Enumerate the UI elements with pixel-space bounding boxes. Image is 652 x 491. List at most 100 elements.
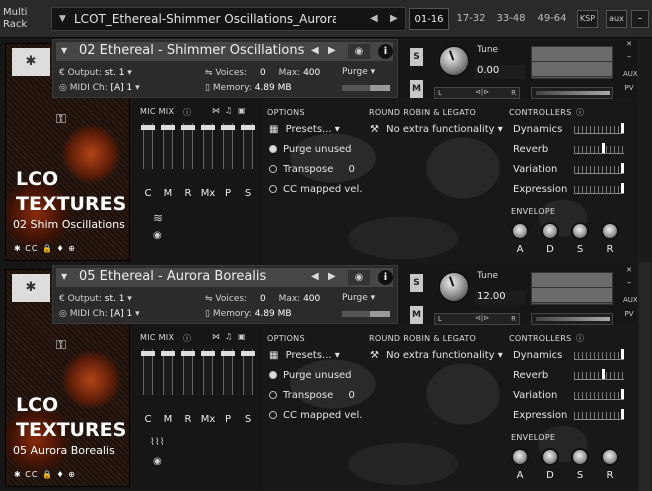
link-icon[interactable]: ⋈ bbox=[212, 332, 220, 341]
prev-arrow-icon[interactable]: ◀ bbox=[370, 13, 378, 24]
mic-fader-r[interactable] bbox=[181, 349, 195, 395]
rack-name[interactable]: LCOT_Ethereal-Shimmer Oscillations_Auror… bbox=[74, 12, 336, 26]
mic-fader-c[interactable] bbox=[141, 123, 155, 169]
transpose-radio[interactable]: Transpose 0 bbox=[269, 390, 355, 401]
instrument-name[interactable]: 02 Ethereal - Shimmer Oscillations bbox=[79, 43, 304, 58]
tune-knob[interactable] bbox=[438, 271, 470, 303]
wave-icon[interactable]: ≋ bbox=[153, 211, 163, 225]
presets-dropdown[interactable]: ▦ Presets... ▾ bbox=[269, 350, 340, 361]
note-icon[interactable]: ♫ bbox=[225, 332, 232, 341]
pv-label[interactable]: PV bbox=[623, 310, 635, 318]
mic-fader-c[interactable] bbox=[141, 349, 155, 395]
rack-name-box[interactable]: ▼ LCOT_Ethereal-Shimmer Oscillations_Aur… bbox=[51, 7, 406, 31]
pv-label[interactable]: PV bbox=[623, 84, 635, 92]
decay-knob[interactable] bbox=[541, 222, 559, 240]
dropdown-caret-icon[interactable]: ▼ bbox=[61, 272, 67, 281]
pan-slider[interactable]: L ⊲|⊳ R bbox=[434, 313, 520, 325]
mic-fader-p[interactable] bbox=[221, 123, 235, 169]
page-tab-2[interactable]: 17-32 bbox=[452, 8, 490, 30]
sustain-knob[interactable] bbox=[571, 448, 589, 466]
attack-knob[interactable] bbox=[511, 222, 529, 240]
attack-knob[interactable] bbox=[511, 448, 529, 466]
variation-slider[interactable] bbox=[574, 163, 624, 174]
aux-label[interactable]: AUX bbox=[623, 70, 637, 78]
midi-row[interactable]: ◎ MIDI Ch: [A] 1 ▾ bbox=[59, 83, 140, 93]
output-row[interactable]: € Output: st. 1 ▾ bbox=[59, 68, 132, 78]
cc-mapped-radio[interactable]: CC mapped vel. bbox=[269, 410, 362, 421]
variation-slider[interactable] bbox=[574, 389, 624, 400]
page-tab-4[interactable]: 49-64 bbox=[533, 8, 571, 30]
dynamics-slider[interactable] bbox=[574, 123, 624, 134]
mic-fader-p[interactable] bbox=[221, 349, 235, 395]
purge-dropdown[interactable]: Purge ▾ bbox=[342, 293, 375, 303]
output-row[interactable]: € Output: st. 1 ▾ bbox=[59, 294, 132, 304]
round-robin-dropdown[interactable]: ⚒ No extra functionality ▾ bbox=[370, 350, 503, 361]
sustain-knob[interactable] bbox=[571, 222, 589, 240]
reverb-slider[interactable] bbox=[574, 369, 624, 380]
info-icon[interactable]: ⓘ bbox=[183, 107, 191, 118]
info-icon[interactable]: i bbox=[378, 270, 393, 285]
release-knob[interactable] bbox=[601, 448, 619, 466]
save-icon[interactable]: ▣ bbox=[238, 332, 246, 341]
page-tab-1[interactable]: 01-16 bbox=[409, 8, 449, 30]
pan-slider[interactable]: L ⊲|⊳ R bbox=[434, 87, 520, 99]
tune-value[interactable]: 0.00 bbox=[475, 65, 525, 79]
minus-icon[interactable]: – bbox=[623, 278, 635, 288]
expression-slider[interactable] bbox=[574, 409, 624, 420]
aux-label[interactable]: AUX bbox=[623, 296, 637, 304]
info-icon[interactable]: i bbox=[378, 44, 393, 59]
camera-icon[interactable]: ◉ bbox=[348, 44, 370, 59]
next-arrow-icon[interactable]: ▶ bbox=[390, 13, 398, 24]
purge-unused-radio[interactable]: Purge unused bbox=[269, 370, 352, 381]
mic-fader-mx[interactable] bbox=[201, 349, 215, 395]
dropdown-caret-icon[interactable]: ▼ bbox=[61, 46, 67, 55]
transpose-radio[interactable]: Transpose 0 bbox=[269, 164, 355, 175]
save-icon[interactable]: ▣ bbox=[238, 106, 246, 115]
ksp-button[interactable]: KSP bbox=[577, 10, 598, 28]
volume-slider[interactable] bbox=[531, 313, 613, 325]
aux-button[interactable]: aux bbox=[606, 10, 627, 28]
tune-knob[interactable] bbox=[438, 45, 470, 77]
presets-dropdown[interactable]: ▦ Presets... ▾ bbox=[269, 124, 340, 135]
mic-fader-s[interactable] bbox=[241, 349, 255, 395]
tune-value[interactable]: 12.00 bbox=[475, 291, 525, 305]
eye-icon[interactable]: ◉ bbox=[153, 456, 162, 467]
page-tab-3[interactable]: 33-48 bbox=[492, 8, 530, 30]
wave-icon[interactable]: ⌇⌇⌇ bbox=[150, 437, 165, 448]
eye-icon[interactable]: ◉ bbox=[153, 230, 162, 241]
instrument-name-bar[interactable]: ▼ 05 Ethereal - Aurora Borealis ◀ ▶ ◉ i bbox=[56, 268, 393, 287]
next-arrow-icon[interactable]: ▶ bbox=[328, 271, 336, 282]
solo-button[interactable]: S bbox=[410, 48, 423, 66]
dropdown-caret-icon[interactable]: ▼ bbox=[59, 14, 66, 24]
note-icon[interactable]: ♫ bbox=[225, 106, 232, 115]
next-arrow-icon[interactable]: ▶ bbox=[328, 45, 336, 56]
info-icon[interactable]: ⓘ bbox=[576, 333, 584, 344]
mic-fader-m[interactable] bbox=[161, 123, 175, 169]
prev-arrow-icon[interactable]: ◀ bbox=[311, 271, 319, 282]
minus-icon[interactable]: – bbox=[623, 52, 635, 62]
mic-fader-r[interactable] bbox=[181, 123, 195, 169]
cc-mapped-radio[interactable]: CC mapped vel. bbox=[269, 184, 362, 195]
mute-button[interactable]: M bbox=[410, 80, 423, 98]
instrument-name[interactable]: 05 Ethereal - Aurora Borealis bbox=[79, 269, 266, 284]
link-icon[interactable]: ⋈ bbox=[212, 106, 220, 115]
close-icon[interactable]: ✕ bbox=[623, 40, 635, 48]
dynamics-slider[interactable] bbox=[574, 349, 624, 360]
purge-dropdown[interactable]: Purge ▾ bbox=[342, 67, 375, 77]
reverb-slider[interactable] bbox=[574, 143, 624, 154]
expression-slider[interactable] bbox=[574, 183, 624, 194]
info-icon[interactable]: ⓘ bbox=[183, 333, 191, 344]
instrument-name-bar[interactable]: ▼ 02 Ethereal - Shimmer Oscillations ◀ ▶… bbox=[56, 42, 393, 61]
decay-knob[interactable] bbox=[541, 448, 559, 466]
solo-button[interactable]: S bbox=[410, 274, 423, 292]
camera-icon[interactable]: ◉ bbox=[348, 270, 370, 285]
minimize-icon[interactable]: – bbox=[631, 10, 649, 28]
wrench-icon[interactable]: ⚿ bbox=[56, 112, 66, 127]
round-robin-dropdown[interactable]: ⚒ No extra functionality ▾ bbox=[370, 124, 503, 135]
wrench-icon[interactable]: ⚿ bbox=[56, 338, 66, 353]
mute-button[interactable]: M bbox=[410, 306, 423, 324]
mic-fader-s[interactable] bbox=[241, 123, 255, 169]
purge-unused-radio[interactable]: Purge unused bbox=[269, 144, 352, 155]
mic-fader-m[interactable] bbox=[161, 349, 175, 395]
rack-scrollbar[interactable] bbox=[639, 262, 651, 491]
